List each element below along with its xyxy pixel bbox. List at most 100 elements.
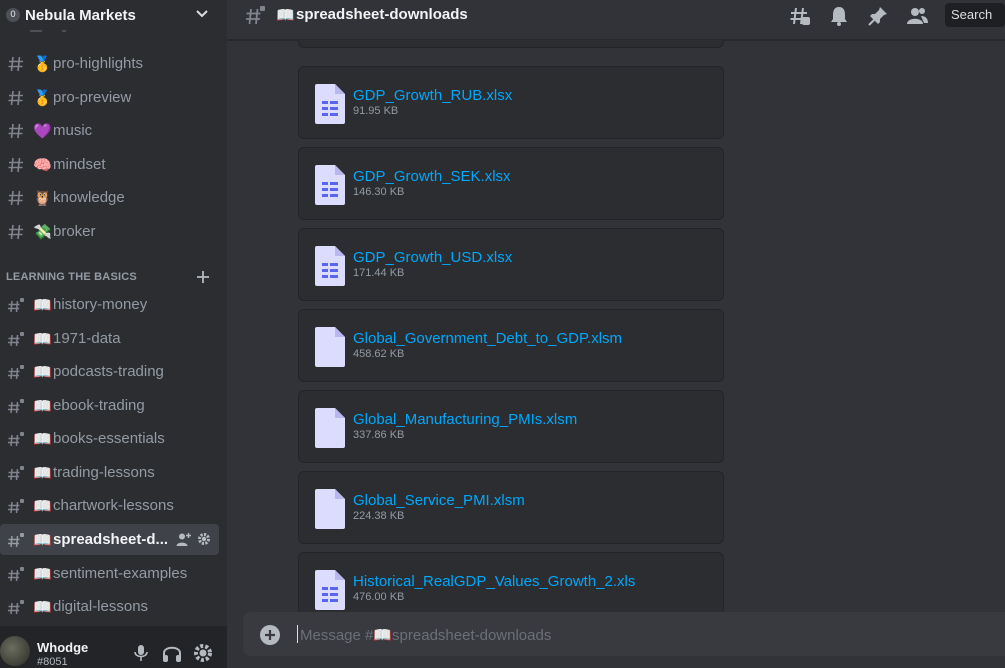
chevron-down-icon[interactable]: [195, 7, 209, 21]
channel-name: chartwork-lessons: [53, 497, 174, 514]
member-list-icon[interactable]: [906, 5, 928, 27]
channel-name: pro-preview: [53, 89, 132, 106]
pin-icon[interactable]: [867, 5, 889, 27]
channel-mindset[interactable]: 🧠 mindset: [0, 149, 219, 180]
spreadsheet-file-icon: [315, 165, 345, 205]
channel-chartwork-lessons[interactable]: 📖 chartwork-lessons: [0, 490, 219, 521]
file-link[interactable]: Global_Manufacturing_PMIs.xlsm: [353, 411, 577, 428]
channel-name: ebook-trading: [53, 397, 145, 414]
file-size: 337.86 KB: [353, 429, 405, 441]
channel-name: music: [53, 122, 93, 139]
channel-name: podcasts-trading: [53, 363, 164, 380]
channel-sentiment-examples[interactable]: 📖 sentiment-examples: [0, 558, 219, 589]
file-attachment: GDP_Growth_USD.xlsx 171.44 KB: [298, 228, 724, 301]
channel-emoji: 📖: [33, 396, 52, 415]
message-input-placeholder[interactable]: Message #📖spreadsheet-downloads: [300, 626, 551, 644]
channel-emoji: 🧠: [33, 155, 52, 174]
hash-icon: [8, 90, 23, 105]
channel-broker[interactable]: 💸 broker: [0, 216, 219, 247]
channel-emoji: 📖: [33, 530, 52, 549]
channel-ebook-trading[interactable]: 📖 ebook-trading: [0, 390, 219, 421]
hash-lock-icon: [8, 566, 24, 581]
channel-books-essentials[interactable]: 📖 books-essentials: [0, 423, 219, 454]
channel-pro-preview[interactable]: 🥇 pro-preview: [0, 82, 219, 113]
file-size: 458.62 KB: [353, 348, 405, 360]
channel-emoji: 📖: [33, 463, 52, 482]
channel-emoji: 🦉: [33, 188, 52, 207]
invite-icon[interactable]: [176, 532, 191, 547]
channel-name: history-money: [53, 296, 148, 313]
hash-icon: [8, 123, 23, 138]
document-file-icon: [315, 489, 345, 529]
category-label: LEARNING THE BASICS: [6, 271, 137, 283]
user-tag: #8051: [37, 656, 68, 668]
channel-list: 🥇 pro-highlights 🥇 pro-preview 💜 music 🧠…: [0, 30, 227, 626]
message-list: GDP_Growth_RUB.xlsx 91.95 KB GDP_Growth_…: [227, 40, 1005, 612]
channel-digital-lessons[interactable]: 📖 digital-lessons: [0, 591, 219, 622]
message-composer[interactable]: Message #📖spreadsheet-downloads: [243, 612, 1005, 656]
channel-actions: [176, 532, 211, 547]
hash-lock-icon: [8, 465, 24, 480]
channel-name: broker: [53, 223, 96, 240]
hash-lock-icon: [8, 364, 24, 379]
channel-pro-highlights[interactable]: 🥇 pro-highlights: [0, 48, 219, 79]
channel-knowledge[interactable]: 🦉 knowledge: [0, 182, 219, 213]
scroll-clip: [0, 30, 227, 42]
channel-podcasts-trading[interactable]: 📖 podcasts-trading: [0, 356, 219, 387]
avatar[interactable]: [0, 636, 30, 666]
channel-name: knowledge: [53, 189, 125, 206]
channel-name: sentiment-examples: [53, 565, 188, 582]
server-badge: 0: [6, 8, 20, 22]
bell-icon[interactable]: [828, 5, 850, 27]
channel-music[interactable]: 💜 music: [0, 115, 219, 146]
file-link[interactable]: GDP_Growth_SEK.xlsx: [353, 168, 511, 185]
user-settings-gear-icon[interactable]: [192, 642, 214, 664]
user-panel: Whodge #8051: [0, 626, 227, 668]
chat-main: 📖 spreadsheet-downloads Search GDP_Growt…: [227, 0, 1005, 668]
threads-icon[interactable]: [789, 5, 811, 27]
channel-name: mindset: [53, 156, 106, 173]
server-name: Nebula Markets: [25, 6, 136, 24]
file-attachment: Historical_RealGDP_Values_Growth_2.xls 4…: [298, 552, 724, 612]
channel-name: books-essentials: [53, 430, 165, 447]
add-channel-icon[interactable]: [195, 269, 211, 285]
user-name[interactable]: Whodge: [37, 640, 88, 655]
hash-lock-icon: [8, 331, 24, 346]
channel-emoji: 📖: [33, 429, 52, 448]
file-link[interactable]: Global_Service_PMI.xlsm: [353, 492, 525, 509]
hash-lock-icon: [8, 431, 24, 446]
text-caret: [297, 625, 298, 643]
file-size: 91.95 KB: [353, 105, 399, 117]
gear-icon[interactable]: [197, 532, 211, 546]
document-file-icon: [315, 408, 345, 448]
spreadsheet-file-icon: [315, 84, 345, 124]
channel-emoji: 📖: [33, 496, 52, 515]
previous-attachment-card: [298, 40, 724, 48]
spreadsheet-file-icon: [315, 246, 345, 286]
server-header[interactable]: 0 Nebula Markets: [0, 0, 227, 30]
microphone-icon[interactable]: [130, 642, 152, 664]
headphones-icon[interactable]: [161, 642, 183, 664]
hash-lock-icon: [8, 398, 24, 413]
channel-header: 📖 spreadsheet-downloads Search: [227, 0, 1005, 40]
file-attachment: GDP_Growth_SEK.xlsx 146.30 KB: [298, 147, 724, 220]
file-link[interactable]: Global_Government_Debt_to_GDP.xlsm: [353, 330, 622, 347]
hash-icon: [8, 224, 23, 239]
search-input[interactable]: Search: [945, 3, 1005, 27]
hash-lock-icon: [8, 599, 24, 614]
category-learning-basics[interactable]: LEARNING THE BASICS: [6, 269, 221, 285]
channel-spreadsheet-downloads[interactable]: 📖 spreadsheet-d...: [0, 524, 219, 555]
channel-name: 1971-data: [53, 330, 121, 347]
add-attachment-icon[interactable]: [259, 624, 281, 646]
channel-sidebar: 0 Nebula Markets 🥇 pro-highlights 🥇 pro-…: [0, 0, 227, 668]
file-link[interactable]: Historical_RealGDP_Values_Growth_2.xls: [353, 573, 635, 590]
file-size: 171.44 KB: [353, 267, 405, 279]
spreadsheet-file-icon: [315, 570, 345, 610]
channel-1971-data[interactable]: 📖 1971-data: [0, 323, 219, 354]
hash-icon: [8, 190, 23, 205]
channel-trading-lessons[interactable]: 📖 trading-lessons: [0, 457, 219, 488]
channel-history-money[interactable]: 📖 history-money: [0, 289, 219, 320]
file-link[interactable]: GDP_Growth_RUB.xlsx: [353, 87, 512, 104]
channel-title: spreadsheet-downloads: [296, 6, 468, 23]
file-link[interactable]: GDP_Growth_USD.xlsx: [353, 249, 512, 266]
